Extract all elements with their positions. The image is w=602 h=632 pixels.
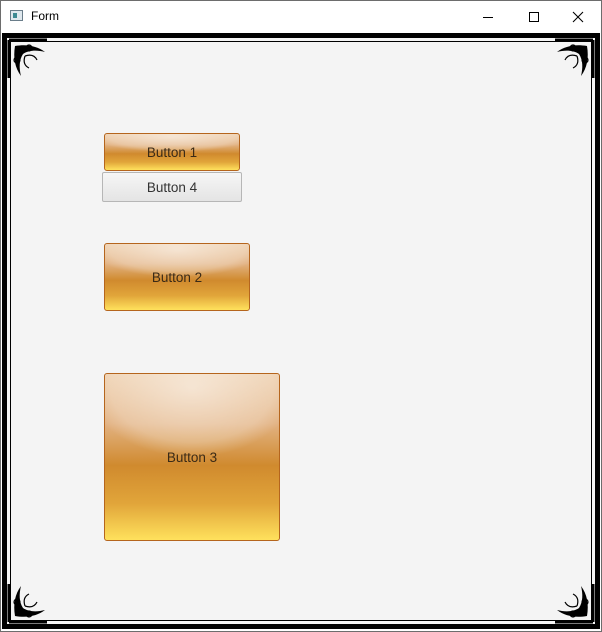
corner-ornament-icon	[7, 584, 47, 624]
frame-inner-line	[10, 41, 592, 621]
close-button[interactable]	[555, 1, 601, 32]
minimize-button[interactable]	[465, 1, 511, 32]
button-2[interactable]: Button 2	[104, 243, 250, 311]
app-window: Form Button 1 Button 4 Button 2 Button 3	[0, 0, 602, 632]
app-form-icon	[10, 10, 23, 21]
button-3[interactable]: Button 3	[104, 373, 280, 541]
button-4-label: Button 4	[146, 179, 198, 195]
close-icon	[572, 11, 584, 22]
button-3-label: Button 3	[166, 449, 218, 465]
button-1-label: Button 1	[146, 144, 198, 160]
maximize-button[interactable]	[511, 1, 557, 32]
button-2-label: Button 2	[151, 269, 203, 285]
title-bar[interactable]: Form	[1, 1, 601, 32]
maximize-icon	[529, 11, 539, 22]
decorative-frame	[2, 33, 600, 629]
corner-ornament-icon	[7, 38, 47, 78]
button-4[interactable]: Button 4	[102, 172, 242, 202]
window-title: Form	[31, 9, 59, 23]
button-1[interactable]: Button 1	[104, 133, 240, 171]
corner-ornament-icon	[555, 38, 595, 78]
corner-ornament-icon	[555, 584, 595, 624]
minimize-icon	[483, 16, 493, 18]
